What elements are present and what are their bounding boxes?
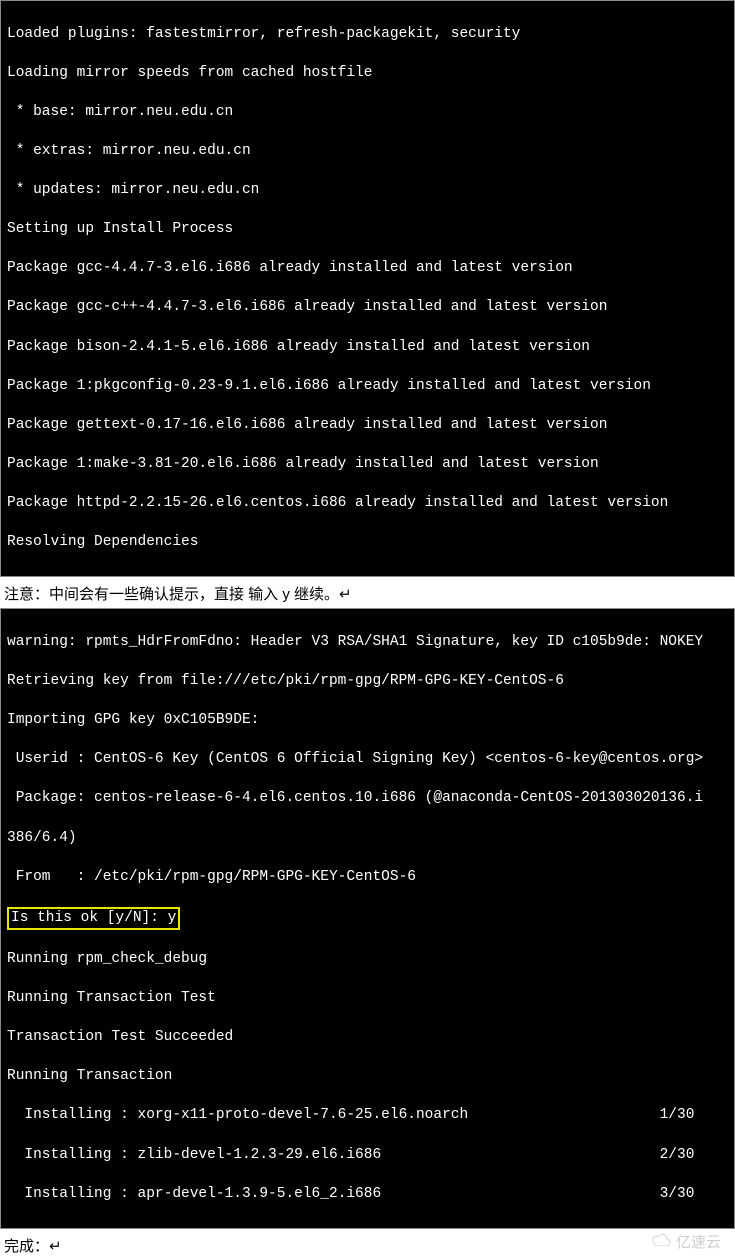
- term2-line: Installing : xorg-x11-proto-devel-7.6-25…: [7, 1106, 728, 1126]
- term1-line: Resolving Dependencies: [7, 533, 728, 553]
- terminal-output-2: warning: rpmts_HdrFromFdno: Header V3 RS…: [0, 608, 735, 1228]
- term1-line: Package gcc-c++-4.4.7-3.el6.i686 already…: [7, 298, 728, 318]
- term1-line: Loaded plugins: fastestmirror, refresh-p…: [7, 25, 728, 45]
- term1-line: * updates: mirror.neu.edu.cn: [7, 181, 728, 201]
- term2-line: Transaction Test Succeeded: [7, 1028, 728, 1048]
- term2-line: Running rpm_check_debug: [7, 950, 728, 970]
- term2-line: 386/6.4): [7, 829, 728, 849]
- watermark-text: 亿速云: [676, 1231, 721, 1252]
- term1-line: Package bison-2.4.1-5.el6.i686 already i…: [7, 338, 728, 358]
- term1-line: * base: mirror.neu.edu.cn: [7, 103, 728, 123]
- term1-line: Package gettext-0.17-16.el6.i686 already…: [7, 416, 728, 436]
- term2-line: From : /etc/pki/rpm-gpg/RPM-GPG-KEY-Cent…: [7, 868, 728, 888]
- confirm-prompt-line[interactable]: Is this ok [y/N]: y: [7, 907, 728, 931]
- term2-line: Installing : zlib-devel-1.2.3-29.el6.i68…: [7, 1146, 728, 1166]
- term1-line: Loading mirror speeds from cached hostfi…: [7, 64, 728, 84]
- term2-line: Userid : CentOS-6 Key (CentOS 6 Official…: [7, 750, 728, 770]
- instruction-caption-2: 完成：↵: [0, 1229, 735, 1260]
- term1-line: Setting up Install Process: [7, 220, 728, 240]
- watermark: 亿速云: [650, 1231, 721, 1252]
- term2-line: Installing : apr-devel-1.3.9-5.el6_2.i68…: [7, 1185, 728, 1205]
- term1-line: * extras: mirror.neu.edu.cn: [7, 142, 728, 162]
- term2-line: warning: rpmts_HdrFromFdno: Header V3 RS…: [7, 633, 728, 653]
- confirm-prompt-highlight: Is this ok [y/N]: y: [7, 907, 180, 931]
- term1-line: Package 1:pkgconfig-0.23-9.1.el6.i686 al…: [7, 377, 728, 397]
- term1-line: Package gcc-4.4.7-3.el6.i686 already ins…: [7, 259, 728, 279]
- terminal-output-1: Loaded plugins: fastestmirror, refresh-p…: [0, 0, 735, 577]
- term2-line: Package: centos-release-6-4.el6.centos.1…: [7, 789, 728, 809]
- term2-line: Running Transaction Test: [7, 989, 728, 1009]
- term1-line: Package httpd-2.2.15-26.el6.centos.i686 …: [7, 494, 728, 514]
- instruction-caption-1: 注意：中间会有一些确认提示，直接 输入 y 继续。↵: [0, 577, 735, 608]
- term2-line: Retrieving key from file:///etc/pki/rpm-…: [7, 672, 728, 692]
- term2-line: Importing GPG key 0xC105B9DE:: [7, 711, 728, 731]
- cloud-icon: [650, 1232, 672, 1250]
- term2-line: Running Transaction: [7, 1067, 728, 1087]
- term1-line: Package 1:make-3.81-20.el6.i686 already …: [7, 455, 728, 475]
